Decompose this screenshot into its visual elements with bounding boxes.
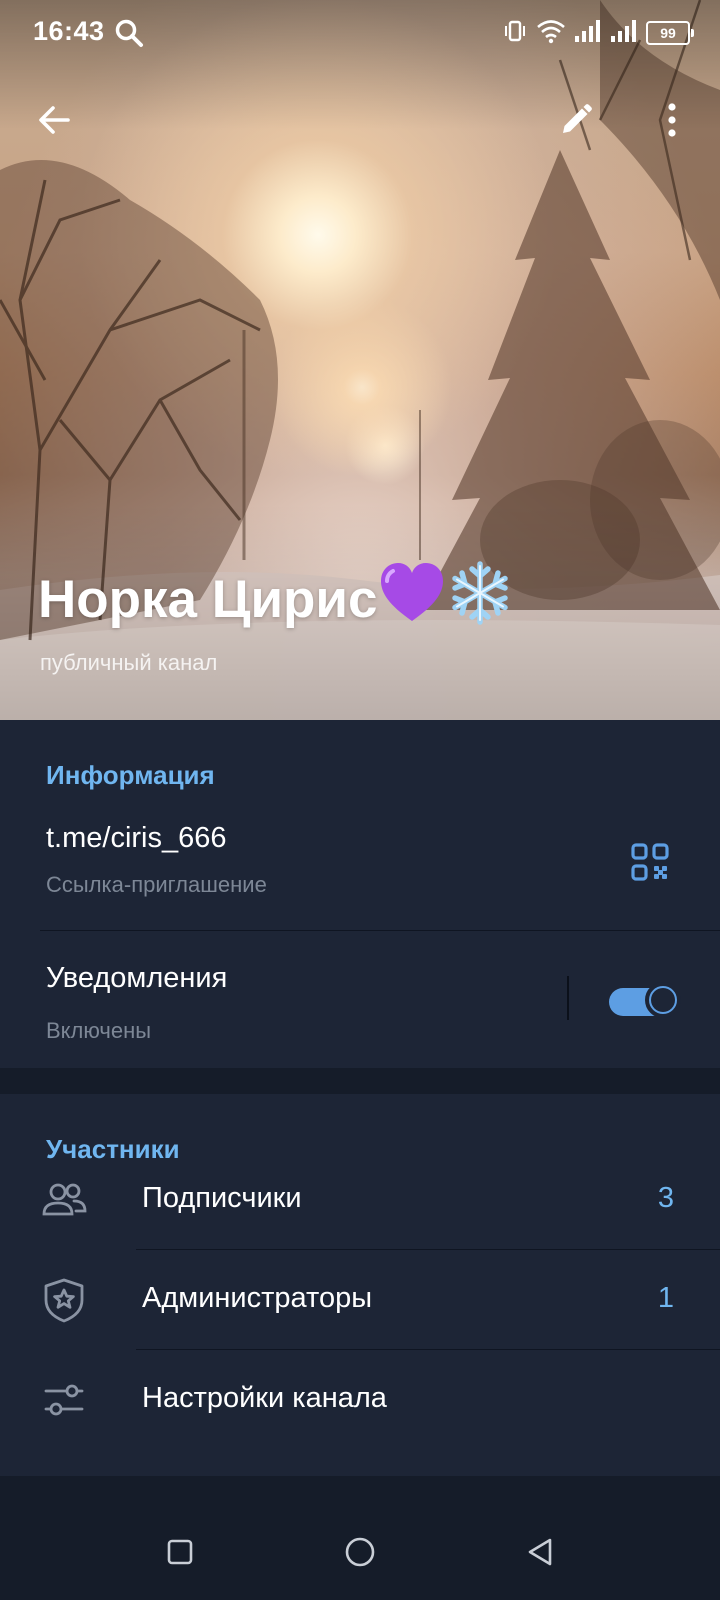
more-vertical-icon [668,103,676,137]
home-button[interactable] [340,1532,380,1572]
system-nav-bar [0,1502,720,1600]
signal-icon [574,19,602,48]
back-nav-button[interactable] [520,1532,560,1572]
vibrate-icon [502,18,528,49]
notifications-row[interactable]: Уведомления Включены [0,932,720,1068]
invite-link-caption: Ссылка-приглашение [46,872,267,897]
purple-heart-emoji [379,561,445,638]
status-time: 16:43 [33,16,105,46]
wifi-icon [536,18,566,49]
administrators-count: 1 [657,1282,674,1314]
notifications-toggle[interactable] [609,982,681,1018]
info-section-header: Информация [46,760,215,790]
notifications-status: Включены [46,1018,152,1043]
channel-settings-label: Настройки канала [142,1382,387,1414]
members-section: Участники Подписчики 3 Администраторы 1 … [0,1094,720,1476]
back-button[interactable] [30,96,78,144]
circle-icon [345,1537,375,1567]
qr-code-icon [631,843,669,881]
battery-icon: 99 [646,21,694,45]
more-button[interactable] [648,96,696,144]
subscribers-count: 3 [657,1182,674,1214]
administrators-label: Администраторы [142,1282,373,1314]
administrators-row[interactable]: Администраторы 1 [0,1250,720,1350]
arrow-left-icon [39,106,70,134]
invite-link-row[interactable]: t.me/ciris_666 Ссылка-приглашение [0,816,720,936]
edit-button[interactable] [552,96,600,144]
invite-link: t.me/ciris_666 [46,822,227,854]
channel-settings-row[interactable]: Настройки канала [0,1350,720,1450]
subscribers-label: Подписчики [142,1182,302,1214]
shield-star-icon [40,1276,88,1324]
profile-header-photo: 16:43 99 Норка Цирис публичный канал [0,0,720,720]
pencil-icon [563,104,592,133]
toggle-knob [645,982,681,1018]
status-bar: 16:43 99 [0,0,720,66]
vertical-separator [567,976,569,1020]
square-icon [167,1539,193,1565]
channel-type: публичный канал [40,650,218,675]
channel-title: Норка Цирис [38,560,513,639]
snowflake-emoji [447,560,513,639]
users-icon [40,1176,88,1224]
section-gap [0,1068,720,1094]
divider [40,930,720,931]
qr-code-button[interactable] [630,842,670,882]
channel-name: Норка Цирис [38,570,378,629]
search-icon [114,18,144,48]
info-section: Информация t.me/ciris_666 Ссылка-приглаш… [0,720,720,1068]
signal-icon [610,19,638,48]
recents-button[interactable] [160,1532,200,1572]
sliders-icon [40,1376,88,1424]
subscribers-row[interactable]: Подписчики 3 [0,1150,720,1250]
triangle-back-icon [528,1538,552,1566]
notifications-label: Уведомления [46,962,228,994]
status-icons: 99 [502,17,694,49]
